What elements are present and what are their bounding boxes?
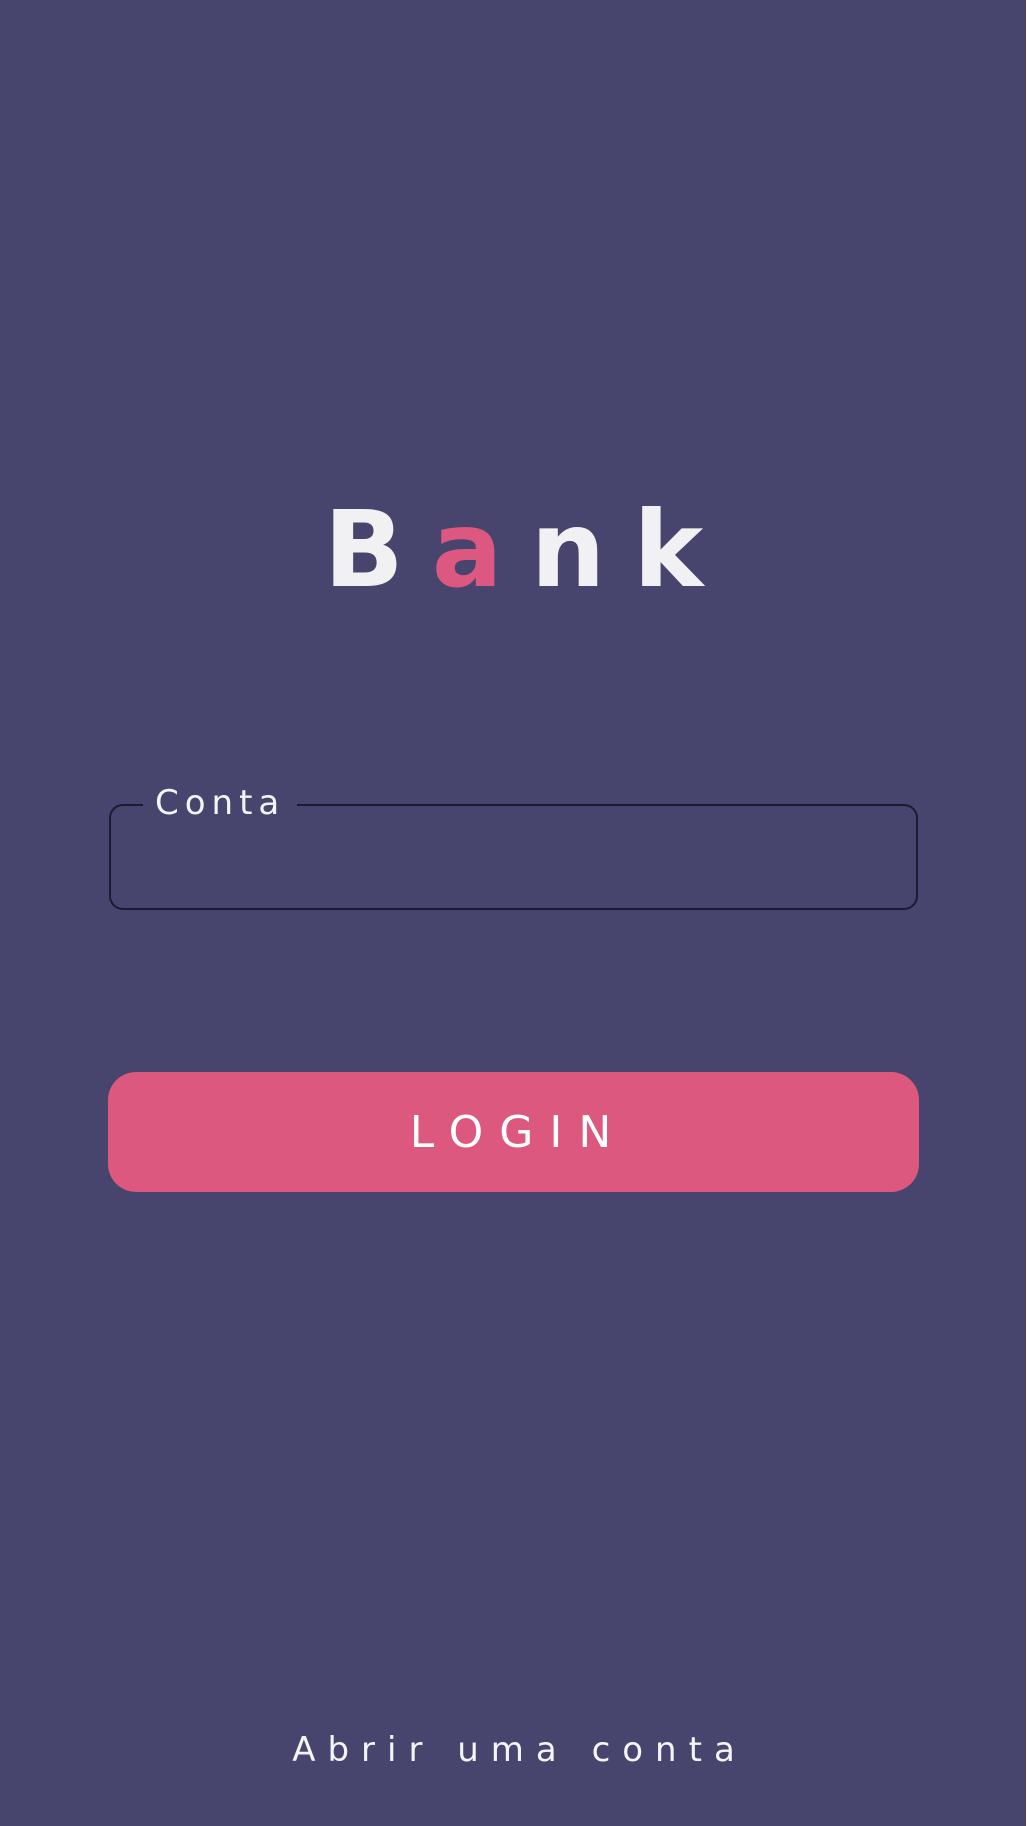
account-input[interactable] (130, 832, 904, 894)
app-logo: Bank (0, 490, 1027, 610)
account-field-label: Conta (143, 780, 298, 826)
open-account-link[interactable]: Abrir uma conta (0, 1722, 1027, 1778)
logo-letter-a-accent: a (431, 489, 531, 611)
login-screen: Bank Conta LOGIN Abrir uma conta (0, 0, 1027, 1826)
logo-letters-nk: nk (530, 489, 732, 611)
logo-letter-b: B (323, 489, 432, 611)
login-button[interactable]: LOGIN (108, 1072, 919, 1192)
